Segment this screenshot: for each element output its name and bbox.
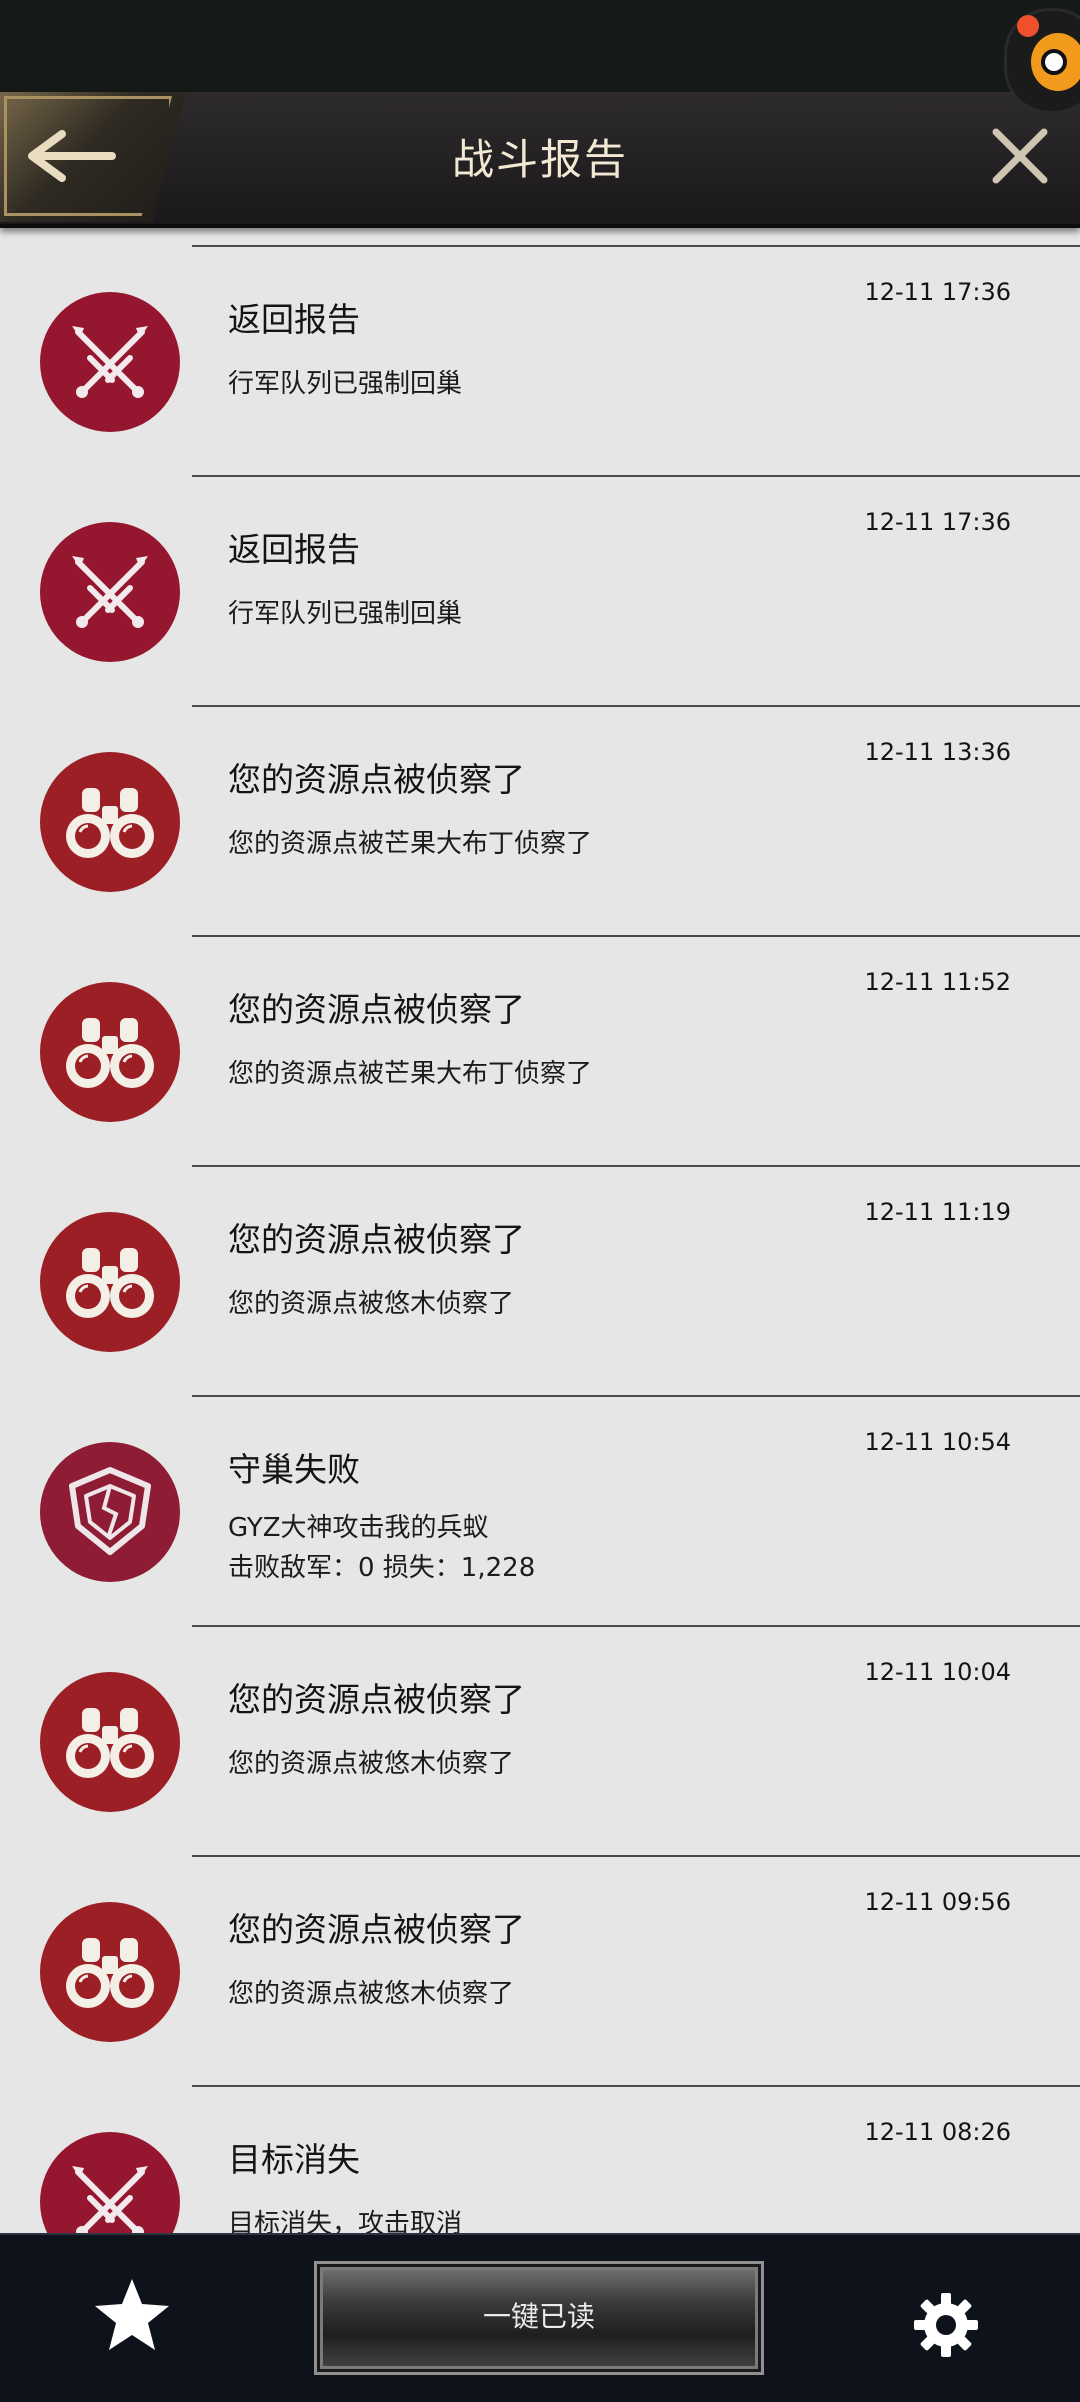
gear-icon	[914, 2293, 978, 2357]
binoculars-icon	[40, 1212, 180, 1352]
report-body-line: 您的资源点被芒果大布丁侦察了	[228, 829, 593, 859]
binoculars-icon	[40, 982, 180, 1122]
header-bar: 战斗报告	[0, 92, 1080, 228]
report-time: 12-11 17:36	[864, 508, 1011, 536]
star-icon	[95, 2279, 169, 2350]
report-title: 守巢失败	[228, 1450, 360, 1489]
divider	[192, 2085, 1080, 2087]
report-body-line: 您的资源点被悠木侦察了	[228, 1979, 515, 2009]
floating-assistant-bubble[interactable]	[1004, 8, 1080, 114]
mascot-eye	[1041, 49, 1067, 75]
report-body: 行军队列已强制回巢	[228, 594, 462, 634]
report-title: 返回报告	[228, 300, 360, 339]
divider	[192, 245, 1080, 247]
divider	[192, 1395, 1080, 1397]
report-body: 目标消失，攻击取消	[228, 2204, 462, 2233]
report-title: 您的资源点被侦察了	[228, 1680, 525, 1719]
binoculars-icon	[40, 1902, 180, 2042]
report-time: 12-11 10:04	[864, 1658, 1011, 1686]
report-time: 12-11 08:26	[864, 2118, 1011, 2146]
report-body-line: 您的资源点被芒果大布丁侦察了	[228, 1059, 593, 1089]
report-item[interactable]: 返回报告 行军队列已强制回巢 12-11 17:36	[0, 226, 1080, 456]
mark-all-read-button[interactable]: 一键已读	[314, 2261, 764, 2375]
report-item[interactable]: 您的资源点被侦察了 您的资源点被芒果大布丁侦察了 12-11 13:36	[0, 686, 1080, 916]
divider	[192, 1855, 1080, 1857]
report-body-line: 您的资源点被悠木侦察了	[228, 1749, 515, 1779]
report-list[interactable]: 返回报告 行军队列已强制回巢 12-11 17:36 返回报告 行军队列已强制回…	[0, 226, 1080, 2233]
divider	[192, 1165, 1080, 1167]
report-body: 您的资源点被悠木侦察了	[228, 1974, 514, 2014]
report-body: 行军队列已强制回巢	[228, 364, 462, 404]
broken-shield-icon	[40, 1442, 180, 1582]
divider	[192, 1625, 1080, 1627]
divider	[192, 475, 1080, 477]
report-item[interactable]: 目标消失 目标消失，攻击取消 12-11 08:26	[0, 2066, 1080, 2233]
report-body-line: 您的资源点被悠木侦察了	[228, 1289, 515, 1319]
report-body: 您的资源点被芒果大布丁侦察了	[228, 1054, 592, 1094]
report-item[interactable]: 您的资源点被侦察了 您的资源点被悠木侦察了 12-11 09:56	[0, 1836, 1080, 2066]
report-body-line: 目标消失，攻击取消	[228, 2209, 463, 2233]
report-body-line: 行军队列已强制回巢	[228, 599, 463, 629]
close-button[interactable]	[990, 126, 1050, 186]
report-title: 返回报告	[228, 530, 360, 569]
report-time: 12-11 13:36	[864, 738, 1011, 766]
settings-button[interactable]	[912, 2291, 980, 2363]
bottom-toolbar: 一键已读	[0, 2233, 1080, 2402]
report-item[interactable]: 您的资源点被侦察了 您的资源点被芒果大布丁侦察了 12-11 11:52	[0, 916, 1080, 1146]
report-title: 您的资源点被侦察了	[228, 990, 525, 1029]
notification-dot	[1017, 15, 1039, 37]
report-item[interactable]: 返回报告 行军队列已强制回巢 12-11 17:36	[0, 456, 1080, 686]
report-body: 您的资源点被悠木侦察了	[228, 1744, 514, 1784]
report-time: 12-11 10:54	[864, 1428, 1011, 1456]
report-title: 目标消失	[228, 2140, 360, 2179]
report-body-line: 击败敌军：0 损失：1,228	[228, 1553, 536, 1583]
report-time: 12-11 09:56	[864, 1888, 1011, 1916]
report-time: 12-11 11:19	[864, 1198, 1011, 1226]
page-title: 战斗报告	[451, 135, 628, 184]
binoculars-icon	[40, 1672, 180, 1812]
favorites-button[interactable]	[92, 2275, 172, 2359]
report-title: 您的资源点被侦察了	[228, 1220, 525, 1259]
status-bar	[0, 0, 1080, 92]
report-time: 12-11 11:52	[864, 968, 1011, 996]
report-body-line: 行军队列已强制回巢	[228, 369, 463, 399]
report-title: 您的资源点被侦察了	[228, 760, 525, 799]
crossed-swords-icon	[40, 522, 180, 662]
report-body: GYZ大神攻击我的兵蚁 击败敌军：0 损失：1,228	[228, 1508, 535, 1588]
report-item[interactable]: 您的资源点被侦察了 您的资源点被悠木侦察了 12-11 10:04	[0, 1606, 1080, 1836]
report-time: 12-11 17:36	[864, 278, 1011, 306]
report-item[interactable]: 您的资源点被侦察了 您的资源点被悠木侦察了 12-11 11:19	[0, 1146, 1080, 1376]
crossed-swords-icon	[40, 2132, 180, 2233]
binoculars-icon	[40, 752, 180, 892]
report-item[interactable]: 守巢失败 GYZ大神攻击我的兵蚁 击败敌军：0 损失：1,228 12-11 1…	[0, 1376, 1080, 1606]
report-body: 您的资源点被芒果大布丁侦察了	[228, 824, 592, 864]
crossed-swords-icon	[40, 292, 180, 432]
close-icon	[992, 128, 1048, 184]
report-body-line: GYZ大神攻击我的兵蚁	[228, 1513, 489, 1543]
report-body: 您的资源点被悠木侦察了	[228, 1284, 514, 1324]
report-title: 您的资源点被侦察了	[228, 1910, 525, 1949]
divider	[192, 705, 1080, 707]
divider	[192, 935, 1080, 937]
